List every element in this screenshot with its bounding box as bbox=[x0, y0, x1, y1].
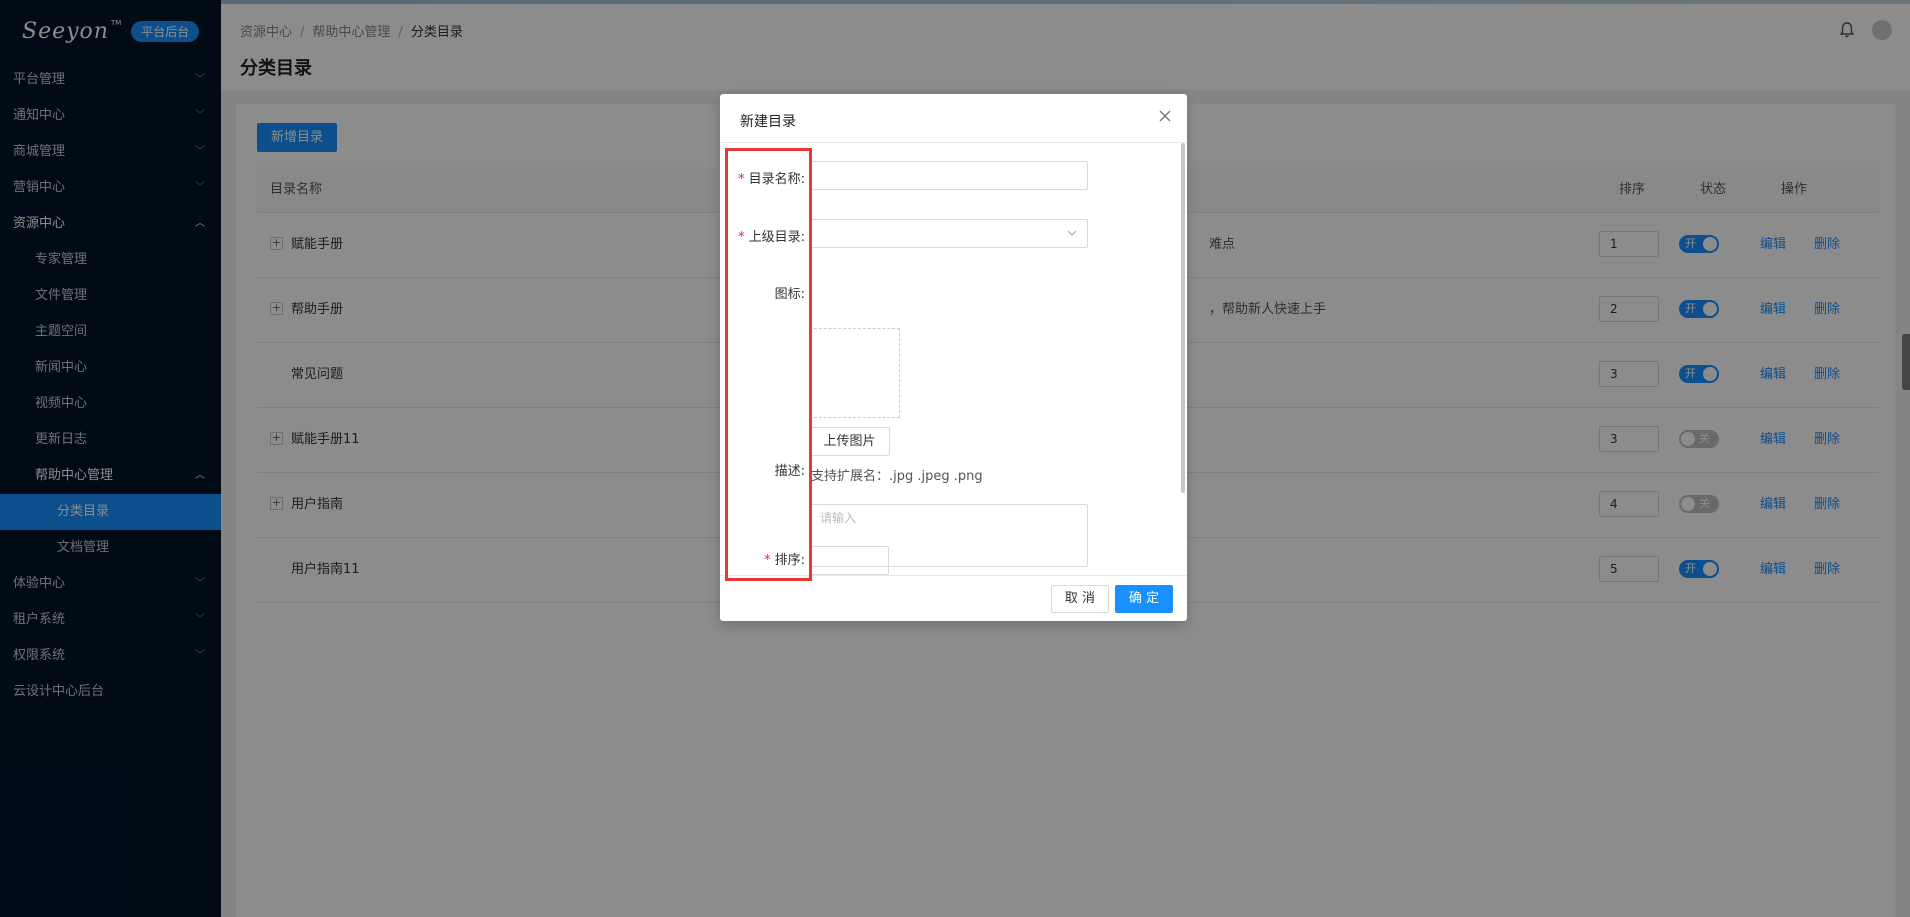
upload-hint: 支持扩展名：.jpg .jpeg .png bbox=[811, 469, 983, 484]
sort-input[interactable] bbox=[809, 546, 889, 575]
icon-preview-box bbox=[809, 328, 900, 418]
close-icon[interactable] bbox=[1157, 108, 1173, 124]
parent-select[interactable] bbox=[809, 219, 1088, 248]
side-handle[interactable] bbox=[1902, 334, 1910, 390]
dialog-title: 新建目录 bbox=[740, 114, 796, 130]
dialog-scrollbar[interactable] bbox=[1181, 143, 1185, 493]
upload-image-button[interactable]: 上传图片 bbox=[809, 427, 890, 456]
cancel-button[interactable]: 取 消 bbox=[1051, 585, 1109, 613]
confirm-button[interactable]: 确 定 bbox=[1115, 585, 1173, 613]
annotation-highlight-box bbox=[725, 148, 812, 581]
chevron-down-icon bbox=[1067, 230, 1077, 236]
name-input[interactable] bbox=[809, 161, 1088, 190]
